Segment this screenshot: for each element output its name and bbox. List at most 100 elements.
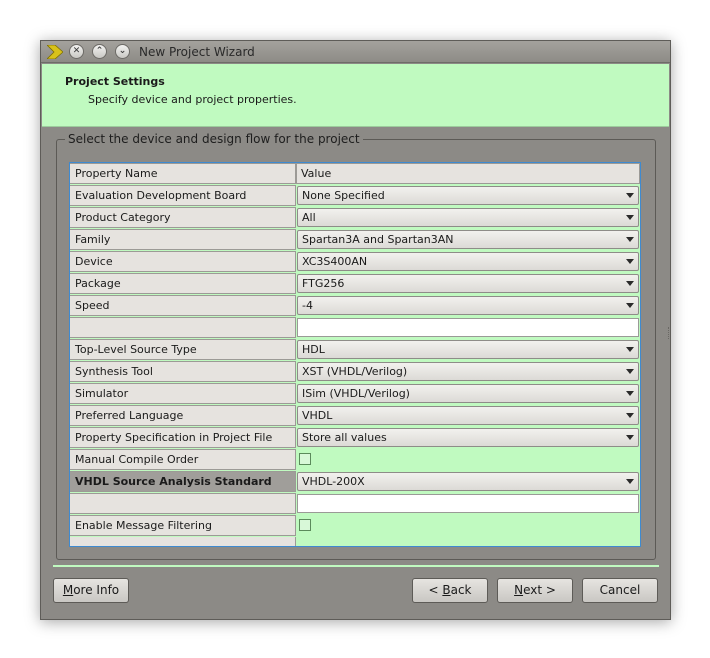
group-legend: Select the device and design flow for th…: [65, 132, 363, 146]
chevron-down-icon[interactable]: [626, 435, 634, 440]
mnemonic: M: [62, 583, 74, 597]
blank-value-field[interactable]: [297, 494, 639, 513]
chevron-down-icon[interactable]: [626, 413, 634, 418]
table-row: Package FTG256: [70, 273, 640, 295]
wizard-header: Project Settings Specify device and proj…: [42, 64, 669, 127]
chevron-down-icon[interactable]: [626, 369, 634, 374]
property-name: [70, 317, 296, 338]
chevron-down-icon[interactable]: [626, 215, 634, 220]
mnemonic: B: [442, 583, 451, 597]
more-info-button[interactable]: More Info: [53, 578, 129, 603]
combo-value: VHDL: [302, 409, 333, 422]
chevron-down-icon[interactable]: [626, 193, 634, 198]
table-row: Manual Compile Order: [70, 449, 640, 471]
property-name: Product Category: [70, 207, 296, 228]
chevron-down-icon[interactable]: [626, 237, 634, 242]
package-combo[interactable]: FTG256: [297, 274, 639, 293]
combo-value: All: [302, 211, 316, 224]
table-row: Family Spartan3A and Spartan3AN: [70, 229, 640, 251]
property-table: Property Name Value Evaluation Developme…: [69, 162, 641, 547]
close-icon[interactable]: ✕: [69, 44, 84, 59]
enable-message-filtering-checkbox[interactable]: [299, 519, 311, 531]
device-combo[interactable]: XC3S400AN: [297, 252, 639, 271]
column-header-value: Value: [296, 163, 640, 184]
button-label: ext >: [523, 583, 556, 597]
combo-value: ISim (VHDL/Verilog): [302, 387, 410, 400]
property-name: Device: [70, 251, 296, 272]
table-row: Device XC3S400AN: [70, 251, 640, 273]
table-row: Preferred Language VHDL: [70, 405, 640, 427]
blank-value-field[interactable]: [297, 318, 639, 337]
combo-value: None Specified: [302, 189, 385, 202]
chevron-down-icon[interactable]: [626, 281, 634, 286]
table-row: Evaluation Development Board None Specif…: [70, 185, 640, 207]
table-filler: [70, 537, 296, 546]
column-header-property-name: Property Name: [70, 163, 296, 184]
property-name: Synthesis Tool: [70, 361, 296, 382]
chevron-down-icon[interactable]: [626, 259, 634, 264]
property-name: Speed: [70, 295, 296, 316]
table-row: [70, 317, 640, 339]
vhdl-source-analysis-standard-combo[interactable]: VHDL-200X: [297, 472, 639, 491]
property-name: Simulator: [70, 383, 296, 404]
button-label: ack: [450, 583, 472, 597]
table-row: Top-Level Source Type HDL: [70, 339, 640, 361]
simulator-combo[interactable]: ISim (VHDL/Verilog): [297, 384, 639, 403]
maximize-icon[interactable]: ⌃: [92, 44, 107, 59]
chevron-down-icon[interactable]: [626, 347, 634, 352]
page-title: Project Settings: [65, 75, 165, 88]
button-label: ore Info: [73, 583, 120, 597]
top-level-source-type-combo[interactable]: HDL: [297, 340, 639, 359]
table-row: Property Specification in Project File S…: [70, 427, 640, 449]
chevron-down-icon[interactable]: [626, 303, 634, 308]
preferred-language-combo[interactable]: VHDL: [297, 406, 639, 425]
property-name: Enable Message Filtering: [70, 515, 296, 536]
table-row: Synthesis Tool XST (VHDL/Verilog): [70, 361, 640, 383]
property-name: Preferred Language: [70, 405, 296, 426]
table-row: Enable Message Filtering: [70, 515, 640, 537]
page-subtitle: Specify device and project properties.: [88, 93, 297, 106]
button-separator: [53, 565, 659, 567]
title-bar[interactable]: ✕ ⌃ ⌄ New Project Wizard: [41, 41, 670, 63]
window-title: New Project Wizard: [139, 45, 255, 59]
property-name: [70, 493, 296, 514]
table-row: Simulator ISim (VHDL/Verilog): [70, 383, 640, 405]
cancel-button[interactable]: Cancel: [582, 578, 658, 603]
table-row: Product Category All: [70, 207, 640, 229]
property-name: Top-Level Source Type: [70, 339, 296, 360]
speed-combo[interactable]: -4: [297, 296, 639, 315]
property-name: Package: [70, 273, 296, 294]
back-button[interactable]: < Back: [412, 578, 488, 603]
combo-value: VHDL-200X: [302, 475, 365, 488]
combo-value: -4: [302, 299, 313, 312]
table-row: VHDL Source Analysis Standard VHDL-200X: [70, 471, 640, 493]
minimize-icon[interactable]: ⌄: [115, 44, 130, 59]
table-header-row: Property Name Value: [70, 163, 640, 185]
table-row: [70, 493, 640, 515]
app-logo-icon: [47, 45, 63, 59]
product-category-combo[interactable]: All: [297, 208, 639, 227]
family-combo[interactable]: Spartan3A and Spartan3AN: [297, 230, 639, 249]
property-name-selected: VHDL Source Analysis Standard: [70, 471, 296, 492]
resize-grip-icon[interactable]: [668, 327, 671, 339]
property-name: Property Specification in Project File: [70, 427, 296, 448]
new-project-wizard-window: ✕ ⌃ ⌄ New Project Wizard Project Setting…: [40, 40, 671, 620]
next-button[interactable]: Next >: [497, 578, 573, 603]
property-name: Manual Compile Order: [70, 449, 296, 470]
combo-value: Spartan3A and Spartan3AN: [302, 233, 454, 246]
property-specification-combo[interactable]: Store all values: [297, 428, 639, 447]
property-name: Evaluation Development Board: [70, 185, 296, 206]
synthesis-tool-combo[interactable]: XST (VHDL/Verilog): [297, 362, 639, 381]
property-name: Family: [70, 229, 296, 250]
chevron-down-icon[interactable]: [626, 479, 634, 484]
combo-value: HDL: [302, 343, 325, 356]
combo-value: Store all values: [302, 431, 387, 444]
button-label: <: [428, 583, 443, 597]
table-row: Speed -4: [70, 295, 640, 317]
combo-value: XST (VHDL/Verilog): [302, 365, 408, 378]
evaluation-board-combo[interactable]: None Specified: [297, 186, 639, 205]
chevron-down-icon[interactable]: [626, 391, 634, 396]
manual-compile-order-checkbox[interactable]: [299, 453, 311, 465]
combo-value: XC3S400AN: [302, 255, 368, 268]
mnemonic: N: [514, 583, 524, 597]
